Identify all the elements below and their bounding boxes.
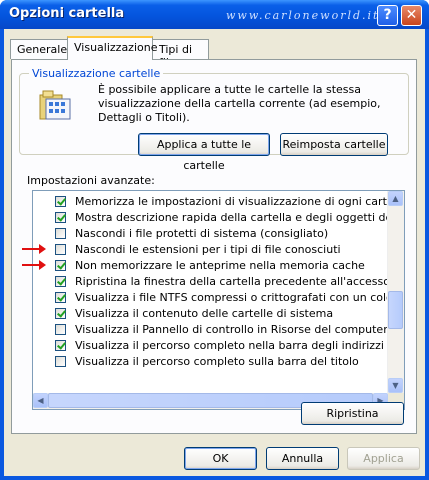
watermark: www.carloneworld.it (226, 9, 380, 22)
dialog-body: Generale Visualizzazione Tipi di file Vi… (4, 29, 425, 476)
vertical-scroll-thumb[interactable] (388, 291, 403, 329)
setting-row[interactable]: Nascondi i file protetti di sistema (con… (33, 226, 389, 242)
setting-checkbox[interactable] (55, 356, 66, 367)
setting-checkbox[interactable] (55, 244, 66, 255)
red-arrow-icon (22, 244, 46, 254)
setting-label: Non memorizzare le anteprime nella memor… (75, 259, 365, 272)
setting-checkbox[interactable] (55, 212, 66, 223)
setting-label: Visualizza il percorso completo sulla ba… (75, 355, 359, 368)
restore-defaults-button[interactable]: Ripristina (301, 402, 404, 425)
apply-to-all-folders-button[interactable]: Applica a tutte le cartelle (138, 133, 270, 172)
setting-checkbox[interactable] (55, 292, 66, 303)
setting-checkbox[interactable] (55, 196, 66, 207)
setting-checkbox[interactable] (55, 340, 66, 351)
setting-checkbox[interactable] (55, 276, 66, 287)
setting-row[interactable]: Visualizza il percorso completo nella ba… (33, 338, 389, 354)
scroll-left-button[interactable]: ◀ (33, 393, 48, 408)
tab-visualizzazione[interactable]: Visualizzazione (67, 36, 157, 60)
setting-row[interactable]: Non memorizzare le anteprime nella memor… (33, 258, 389, 274)
advanced-settings-list[interactable]: Visualizza il percorso completo sulla ba… (32, 190, 405, 410)
apply-button[interactable]: Applica (347, 447, 420, 470)
advanced-settings-label: Impostazioni avanzate: (27, 174, 155, 187)
setting-row[interactable]: Nascondi le estensioni per i tipi di fil… (33, 242, 389, 258)
reset-folders-button[interactable]: Reimposta cartelle (280, 133, 388, 156)
setting-label: Nascondi i file protetti di sistema (con… (75, 227, 329, 240)
setting-label: Visualizza il contenuto delle cartelle d… (75, 307, 334, 320)
setting-label: Ripristina la finestra della cartella pr… (75, 275, 390, 288)
folder-views-title: Visualizzazione cartelle (29, 67, 164, 80)
setting-checkbox[interactable] (55, 308, 66, 319)
close-icon: ✕ (405, 7, 418, 23)
title-bar[interactable]: Opzioni cartella www.carloneworld.it ? ✕ (0, 0, 429, 29)
red-arrow-icon (22, 260, 46, 270)
cancel-button[interactable]: Annulla (266, 447, 339, 470)
help-button[interactable]: ? (377, 5, 398, 26)
setting-label: Visualizza il Pannello di controllo in R… (75, 323, 388, 336)
setting-label: Visualizza il percorso completo nella ba… (75, 339, 384, 352)
setting-row[interactable]: Visualizza il contenuto delle cartelle d… (33, 306, 389, 322)
setting-row[interactable]: Visualizza il percorso completo sulla ba… (33, 354, 389, 370)
setting-label: Mostra descrizione rapida della cartella… (75, 211, 404, 224)
setting-row[interactable]: Ripristina la finestra della cartella pr… (33, 274, 390, 290)
setting-checkbox[interactable] (55, 324, 66, 335)
window-title: Opzioni cartella (9, 6, 125, 21)
setting-checkbox[interactable] (55, 228, 66, 239)
dialog-window: Opzioni cartella www.carloneworld.it ? ✕… (0, 0, 429, 480)
setting-checkbox[interactable] (55, 260, 66, 271)
setting-row[interactable]: Mostra descrizione rapida della cartella… (33, 210, 404, 226)
setting-label: Memorizza le impostazioni di visualizzaz… (75, 195, 405, 208)
ok-button[interactable]: OK (184, 447, 257, 470)
folder-view-icon (38, 89, 72, 123)
tab-tipi-di-file[interactable]: Tipi di file (152, 39, 209, 69)
vertical-scrollbar[interactable]: ▲ ▼ (387, 191, 404, 393)
tab-generale[interactable]: Generale (10, 39, 68, 59)
setting-label: Visualizza i file NTFS compressi o critt… (75, 291, 404, 304)
setting-row[interactable]: Visualizza il Pannello di controllo in R… (33, 322, 389, 338)
help-icon: ? (383, 7, 392, 23)
folder-views-description: È possibile applicare a tutte le cartell… (98, 83, 381, 124)
scroll-up-button[interactable]: ▲ (388, 191, 403, 206)
close-button[interactable]: ✕ (401, 5, 422, 26)
setting-label: Nascondi le estensioni per i tipi di fil… (75, 243, 341, 256)
setting-row[interactable]: Visualizza i file NTFS compressi o critt… (33, 290, 404, 306)
setting-row[interactable]: Memorizza le impostazioni di visualizzaz… (33, 194, 404, 210)
scroll-down-button[interactable]: ▼ (388, 378, 403, 393)
